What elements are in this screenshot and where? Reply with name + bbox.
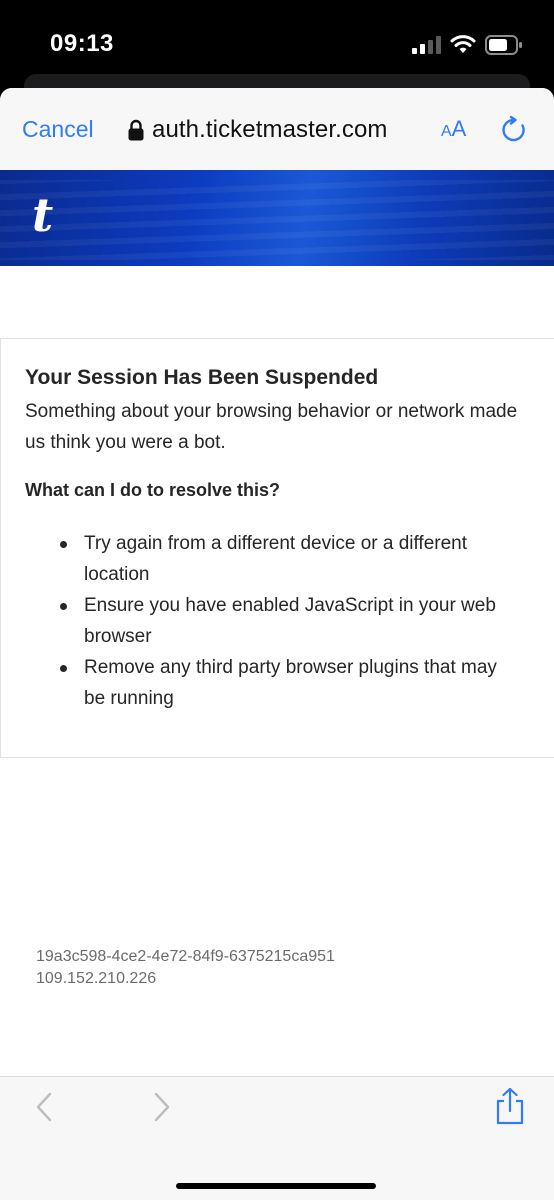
browser-toolbar xyxy=(0,1076,554,1200)
list-item: Ensure you have enabled JavaScript in yo… xyxy=(60,590,500,652)
back-icon[interactable] xyxy=(34,1091,54,1123)
signal-icon xyxy=(412,36,441,54)
url-text: auth.ticketmaster.com xyxy=(152,116,388,143)
status-time: 09:13 xyxy=(50,30,114,57)
notice-title: Your Session Has Been Suspended xyxy=(25,366,379,389)
notice-description: Something about your browsing behavior o… xyxy=(25,401,518,453)
address-bar[interactable]: auth.ticketmaster.com xyxy=(128,114,388,146)
session-meta: 19a3c598-4ce2-4e72-84f9-6375215ca951 109… xyxy=(36,946,335,990)
text-size-large-a: A xyxy=(451,116,467,141)
home-indicator xyxy=(176,1183,376,1189)
battery-icon xyxy=(485,35,522,55)
ticketmaster-logo: t xyxy=(32,188,54,242)
forward-icon[interactable] xyxy=(152,1091,172,1123)
list-item: Try again from a different device or a d… xyxy=(60,528,500,590)
lock-icon xyxy=(128,119,144,141)
header-sheen xyxy=(0,180,554,260)
browser-sheet: Cancel auth.ticketmaster.com AA t Your S… xyxy=(0,88,554,1200)
reload-icon[interactable] xyxy=(500,116,528,144)
session-id: 19a3c598-4ce2-4e72-84f9-6375215ca951 xyxy=(36,948,335,965)
text-size-small-a: A xyxy=(441,123,452,140)
resolution-list: Try again from a different device or a d… xyxy=(60,528,500,714)
share-icon[interactable] xyxy=(494,1087,526,1125)
list-item: Remove any third party browser plugins t… xyxy=(60,652,500,714)
text-size-button[interactable]: AA xyxy=(441,116,466,142)
resolve-heading: What can I do to resolve this? xyxy=(25,480,281,500)
cancel-button[interactable]: Cancel xyxy=(22,116,94,143)
browser-nav-bar: Cancel auth.ticketmaster.com AA xyxy=(0,88,554,170)
wifi-icon xyxy=(450,35,476,53)
ip-address: 109.152.210.226 xyxy=(36,970,157,987)
ticketmaster-header: t xyxy=(0,170,554,266)
